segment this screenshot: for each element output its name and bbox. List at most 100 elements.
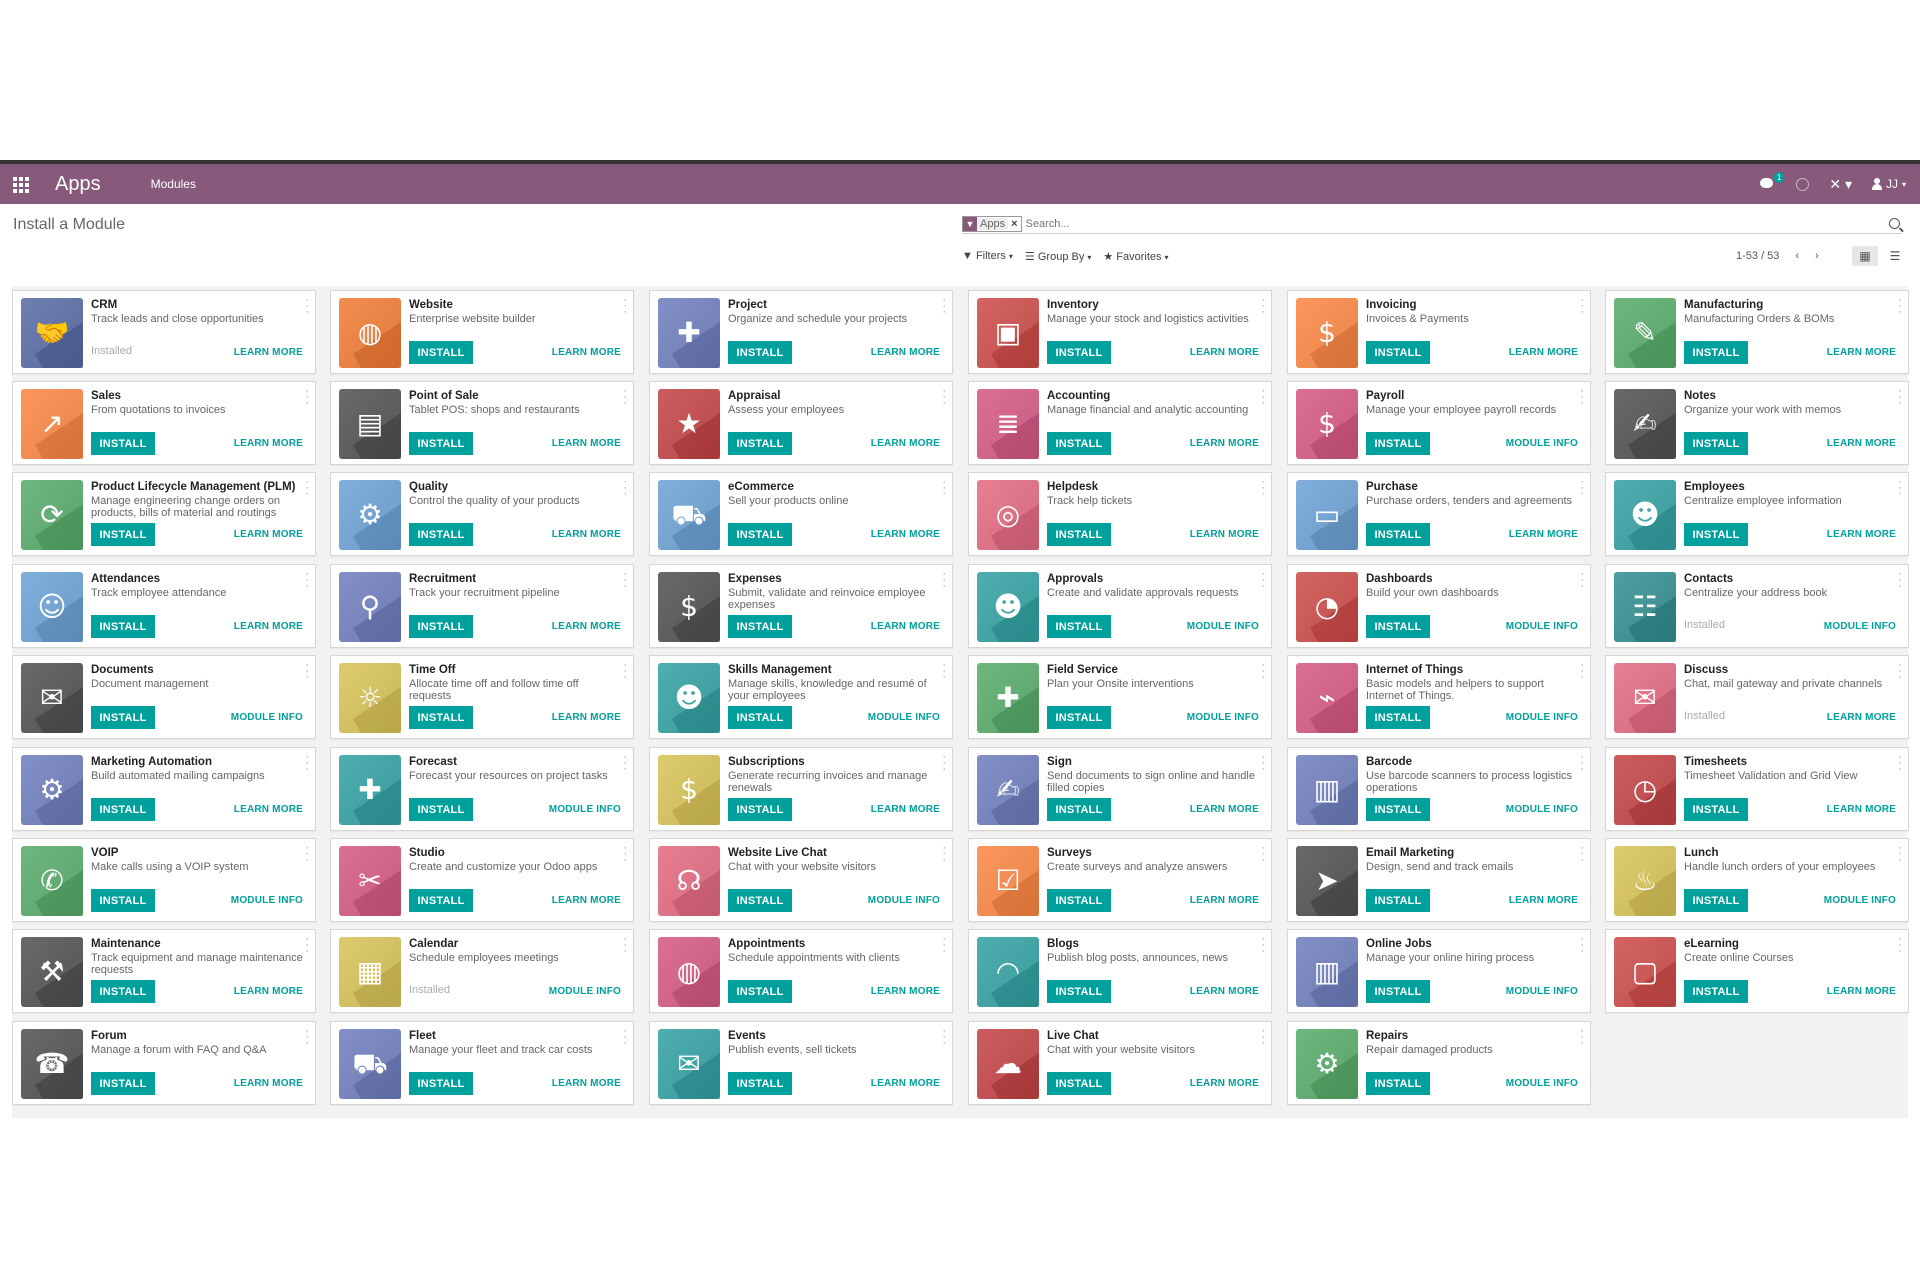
kanban-view-icon[interactable]: ▦	[1852, 246, 1878, 266]
learn-more-link[interactable]: LEARN MORE	[234, 986, 303, 997]
chevron-right-icon[interactable]: ›	[1815, 250, 1819, 262]
install-button[interactable]: INSTALL	[409, 889, 473, 912]
install-button[interactable]: INSTALL	[728, 615, 792, 638]
install-button[interactable]: INSTALL	[1684, 798, 1748, 821]
learn-more-link[interactable]: LEARN MORE	[871, 621, 940, 632]
install-button[interactable]: INSTALL	[728, 889, 792, 912]
app-card[interactable]: ✚ Project Organize and schedule your proje…	[649, 290, 953, 374]
install-button[interactable]: INSTALL	[1047, 432, 1111, 455]
card-menu-icon[interactable]: · · ·	[942, 934, 946, 957]
app-card[interactable]: 🤝 CRM Track leads and close opportunities ·…	[12, 290, 316, 374]
card-menu-icon[interactable]: · · ·	[623, 477, 627, 500]
module-info-link[interactable]: MODULE INFO	[549, 804, 621, 815]
card-menu-icon[interactable]: · · ·	[305, 843, 309, 866]
module-info-link[interactable]: MODULE INFO	[1506, 804, 1578, 815]
favorites-dropdown[interactable]: ★ Favorites ▾	[1103, 250, 1168, 263]
learn-more-link[interactable]: LEARN MORE	[552, 1078, 621, 1089]
learn-more-link[interactable]: LEARN MORE	[1190, 529, 1259, 540]
install-button[interactable]: INSTALL	[409, 432, 473, 455]
card-menu-icon[interactable]: · · ·	[305, 934, 309, 957]
learn-more-link[interactable]: LEARN MORE	[552, 438, 621, 449]
install-button[interactable]: INSTALL	[1366, 1072, 1430, 1095]
learn-more-link[interactable]: LEARN MORE	[871, 1078, 940, 1089]
app-card[interactable]: ☼ Time Off Allocate time off and follow ti…	[330, 655, 634, 739]
app-card[interactable]: ☻ Approvals Create and validate approvals …	[968, 564, 1272, 648]
card-menu-icon[interactable]: · · ·	[1898, 569, 1902, 592]
card-menu-icon[interactable]: · · ·	[1261, 752, 1265, 775]
install-button[interactable]: INSTALL	[1047, 341, 1111, 364]
install-button[interactable]: INSTALL	[91, 1072, 155, 1095]
app-card[interactable]: ☻ Employees Centralize employee informatio…	[1605, 472, 1909, 556]
install-button[interactable]: INSTALL	[728, 706, 792, 729]
card-menu-icon[interactable]: · · ·	[1580, 934, 1584, 957]
install-button[interactable]: INSTALL	[1366, 889, 1430, 912]
learn-more-link[interactable]: LEARN MORE	[234, 438, 303, 449]
learn-more-link[interactable]: LEARN MORE	[552, 712, 621, 723]
app-card[interactable]: ☁ Live Chat Chat with your website visitor…	[968, 1021, 1272, 1105]
learn-more-link[interactable]: LEARN MORE	[1827, 986, 1896, 997]
chevron-left-icon[interactable]: ‹	[1795, 250, 1799, 262]
card-menu-icon[interactable]: · · ·	[1261, 569, 1265, 592]
app-card[interactable]: ★ Appraisal Assess your employees · · · INSTAL…	[649, 381, 953, 465]
app-card[interactable]: ⚲ Recruitment Track your recruitment pipel…	[330, 564, 634, 648]
app-card[interactable]: ✚ Field Service Plan your Onsite intervent…	[968, 655, 1272, 739]
app-card[interactable]: ▤ Point of Sale Tablet POS: shops and rest…	[330, 381, 634, 465]
install-button[interactable]: INSTALL	[409, 341, 473, 364]
groupby-dropdown[interactable]: ☰ Group By ▾	[1025, 250, 1091, 263]
app-card[interactable]: $ Expenses Submit, validate and reinvoice …	[649, 564, 953, 648]
app-card[interactable]: ✍ Sign Send documents to sign online and h…	[968, 747, 1272, 831]
module-info-link[interactable]: MODULE INFO	[1506, 621, 1578, 632]
card-menu-icon[interactable]: · · ·	[623, 569, 627, 592]
install-button[interactable]: INSTALL	[91, 798, 155, 821]
learn-more-link[interactable]: LEARN MORE	[234, 804, 303, 815]
app-card[interactable]: ◍ Appointments Schedule appointments with …	[649, 929, 953, 1013]
module-info-link[interactable]: MODULE INFO	[1506, 1078, 1578, 1089]
install-button[interactable]: INSTALL	[1366, 798, 1430, 821]
install-button[interactable]: INSTALL	[409, 615, 473, 638]
install-button[interactable]: INSTALL	[1047, 523, 1111, 546]
app-card[interactable]: ▭ Purchase Purchase orders, tenders and ag…	[1287, 472, 1591, 556]
app-card[interactable]: ◎ Helpdesk Track help tickets · · · INSTALL LEA…	[968, 472, 1272, 556]
learn-more-link[interactable]: LEARN MORE	[1509, 529, 1578, 540]
learn-more-link[interactable]: LEARN MORE	[1827, 347, 1896, 358]
app-card[interactable]: ✆ VOIP Make calls using a VOIP system · · · IN…	[12, 838, 316, 922]
module-info-link[interactable]: MODULE INFO	[1506, 438, 1578, 449]
card-menu-icon[interactable]: · · ·	[1580, 295, 1584, 318]
card-menu-icon[interactable]: · · ·	[942, 660, 946, 683]
install-button[interactable]: INSTALL	[1684, 980, 1748, 1003]
list-view-icon[interactable]: ☰	[1882, 246, 1908, 266]
install-button[interactable]: INSTALL	[1047, 1072, 1111, 1095]
learn-more-link[interactable]: LEARN MORE	[1827, 438, 1896, 449]
install-button[interactable]: INSTALL	[409, 523, 473, 546]
card-menu-icon[interactable]: · · ·	[1898, 843, 1902, 866]
learn-more-link[interactable]: LEARN MORE	[1509, 347, 1578, 358]
card-menu-icon[interactable]: · · ·	[1580, 660, 1584, 683]
install-button[interactable]: INSTALL	[1366, 706, 1430, 729]
app-card[interactable]: ☊ Website Live Chat Chat with your website…	[649, 838, 953, 922]
install-button[interactable]: INSTALL	[91, 980, 155, 1003]
install-button[interactable]: INSTALL	[91, 889, 155, 912]
app-card[interactable]: ▥ Barcode Use barcode scanners to process …	[1287, 747, 1591, 831]
card-menu-icon[interactable]: · · ·	[305, 752, 309, 775]
app-card[interactable]: ≣ Accounting Manage financial and analytic…	[968, 381, 1272, 465]
pager-value[interactable]: 1-53 / 53	[1736, 250, 1779, 262]
install-button[interactable]: INSTALL	[1366, 341, 1430, 364]
install-button[interactable]: INSTALL	[728, 980, 792, 1003]
app-card[interactable]: ☺ Attendances Track employee attendance · · ·…	[12, 564, 316, 648]
learn-more-link[interactable]: LEARN MORE	[552, 621, 621, 632]
install-button[interactable]: INSTALL	[91, 523, 155, 546]
card-menu-icon[interactable]: · · ·	[1261, 477, 1265, 500]
learn-more-link[interactable]: LEARN MORE	[552, 895, 621, 906]
app-card[interactable]: ⟳ Product Lifecycle Management (PLM) Manag…	[12, 472, 316, 556]
app-card[interactable]: ⛟ Fleet Manage your fleet and track car co…	[330, 1021, 634, 1105]
module-info-link[interactable]: MODULE INFO	[549, 986, 621, 997]
app-card[interactable]: ⚒ Maintenance Track equipment and manage m…	[12, 929, 316, 1013]
app-card[interactable]: ✎ Manufacturing Manufacturing Orders & BOM…	[1605, 290, 1909, 374]
learn-more-link[interactable]: LEARN MORE	[234, 621, 303, 632]
app-card[interactable]: ✉ Events Publish events, sell tickets · · · IN…	[649, 1021, 953, 1105]
install-button[interactable]: INSTALL	[1366, 432, 1430, 455]
learn-more-link[interactable]: LEARN MORE	[234, 529, 303, 540]
card-menu-icon[interactable]: · · ·	[623, 1026, 627, 1049]
install-button[interactable]: INSTALL	[409, 798, 473, 821]
card-menu-icon[interactable]: · · ·	[1580, 843, 1584, 866]
